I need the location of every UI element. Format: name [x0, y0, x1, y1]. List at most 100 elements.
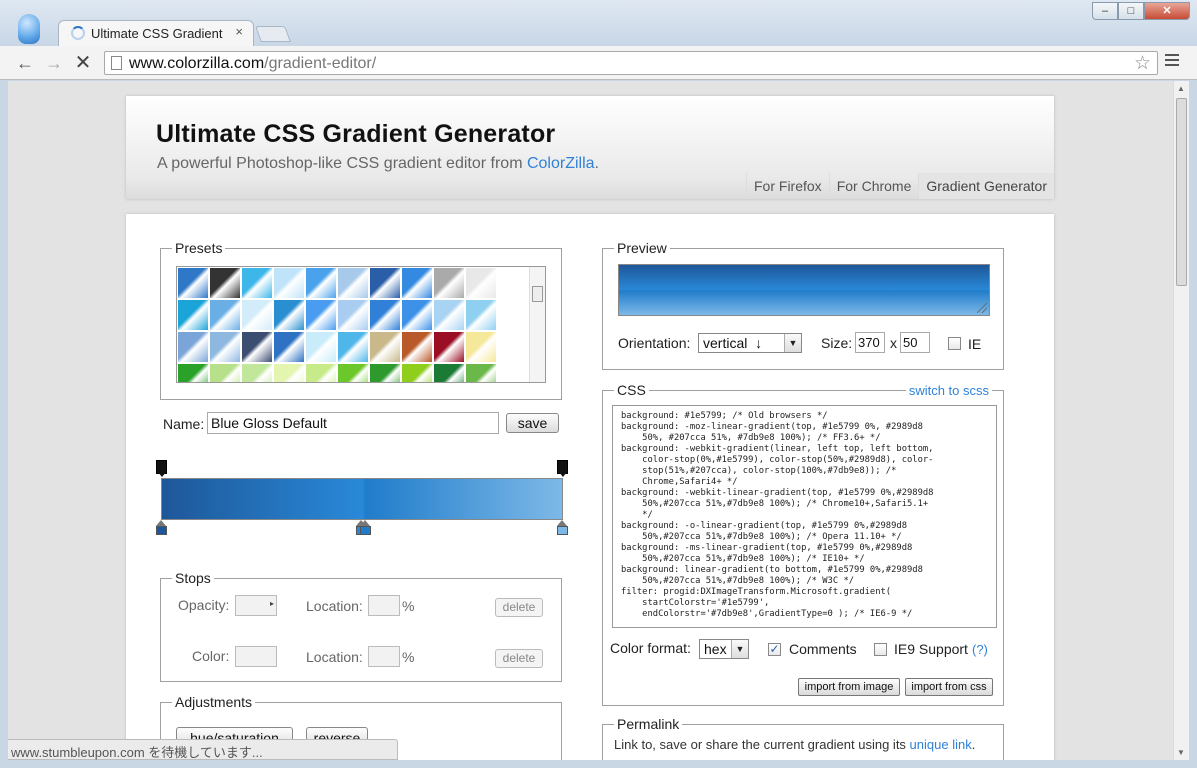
preset-swatch[interactable] — [241, 331, 273, 363]
color-location-input[interactable] — [368, 646, 400, 667]
scroll-thumb[interactable] — [1176, 98, 1187, 286]
preset-swatch[interactable] — [369, 331, 401, 363]
delete-color-stop-button[interactable]: delete — [495, 649, 543, 668]
opacity-input[interactable]: ▸ — [235, 595, 277, 616]
preset-scroll-thumb[interactable] — [532, 286, 543, 302]
ie-checkbox[interactable] — [948, 337, 961, 350]
switch-to-scss-link[interactable]: switch to scss — [905, 383, 992, 398]
preset-swatch[interactable] — [177, 331, 209, 363]
preset-swatch[interactable] — [369, 299, 401, 331]
preset-swatch[interactable] — [497, 363, 529, 382]
minimize-button[interactable]: – — [1092, 2, 1118, 20]
scroll-up-icon[interactable]: ▲ — [1177, 84, 1185, 93]
tab-for-chrome[interactable]: For Chrome — [828, 173, 919, 199]
resize-grip-icon[interactable] — [977, 303, 987, 313]
preset-swatch[interactable] — [465, 363, 497, 382]
preset-swatch[interactable] — [209, 331, 241, 363]
import-from-image-button[interactable]: import from image — [798, 678, 900, 696]
preset-scrollbar[interactable] — [529, 267, 545, 382]
preset-swatch[interactable] — [273, 299, 305, 331]
preset-swatch[interactable] — [305, 299, 337, 331]
tab-gradient-generator[interactable]: Gradient Generator — [918, 173, 1054, 199]
preset-swatch[interactable] — [209, 363, 241, 382]
page-title: Ultimate CSS Gradient Generator — [156, 120, 556, 148]
preset-swatch[interactable] — [401, 299, 433, 331]
tab-for-firefox[interactable]: For Firefox — [746, 173, 829, 199]
preset-swatch[interactable] — [497, 331, 529, 363]
preset-swatch[interactable] — [401, 363, 433, 382]
page-scrollbar[interactable]: ▲ ▼ — [1173, 81, 1189, 760]
preset-swatch[interactable] — [337, 363, 369, 382]
preset-swatch[interactable] — [305, 267, 337, 299]
preset-swatch[interactable] — [369, 267, 401, 299]
preset-swatch[interactable] — [177, 363, 209, 382]
colorzilla-link[interactable]: ColorZilla — [527, 155, 595, 172]
preset-swatch[interactable] — [433, 331, 465, 363]
gradient-bar[interactable] — [161, 478, 563, 520]
preset-swatch[interactable] — [241, 363, 273, 382]
preset-swatch[interactable] — [433, 267, 465, 299]
color-input[interactable] — [235, 646, 277, 667]
bookmark-star-icon[interactable]: ☆ — [1134, 52, 1151, 75]
maximize-button[interactable]: □ — [1118, 2, 1144, 20]
delete-opacity-stop-button[interactable]: delete — [495, 598, 543, 617]
comments-checkbox[interactable]: ✓ — [768, 643, 781, 656]
preset-swatch[interactable] — [433, 363, 465, 382]
color-stop-1[interactable] — [156, 520, 167, 535]
close-window-button[interactable]: ✕ — [1144, 2, 1190, 20]
preset-swatch[interactable] — [337, 299, 369, 331]
preset-swatch[interactable] — [465, 267, 497, 299]
unique-link[interactable]: unique link — [910, 737, 972, 752]
size-label: Size: — [821, 335, 853, 351]
back-button[interactable]: ← — [14, 52, 36, 74]
preset-grid[interactable] — [176, 266, 546, 383]
preset-swatch[interactable] — [497, 267, 529, 299]
forward-button[interactable]: → — [43, 52, 65, 74]
preset-swatch[interactable] — [497, 299, 529, 331]
preset-swatch[interactable] — [305, 363, 337, 382]
preset-swatch[interactable] — [273, 331, 305, 363]
preset-swatch[interactable] — [401, 331, 433, 363]
preset-swatch[interactable] — [337, 267, 369, 299]
preset-swatch[interactable] — [209, 299, 241, 331]
new-tab-button[interactable] — [255, 26, 291, 42]
preset-row — [177, 331, 545, 363]
preset-swatch[interactable] — [465, 299, 497, 331]
import-from-css-button[interactable]: import from css — [905, 678, 993, 696]
scroll-down-icon[interactable]: ▼ — [1177, 748, 1185, 757]
page-viewport: Ultimate CSS Gradient Generator A powerf… — [8, 81, 1173, 760]
preset-swatch[interactable] — [369, 363, 401, 382]
save-button[interactable]: save — [506, 413, 559, 433]
preset-swatch[interactable] — [273, 267, 305, 299]
preview-height-input[interactable] — [900, 332, 930, 353]
browser-tab[interactable]: Ultimate CSS Gradient × — [58, 20, 254, 46]
opacity-location-input[interactable] — [368, 595, 400, 616]
color-stop-3[interactable] — [360, 520, 371, 535]
preset-swatch[interactable] — [465, 331, 497, 363]
gradient-name-input[interactable] — [207, 412, 499, 434]
preset-swatch[interactable] — [177, 299, 209, 331]
color-format-select[interactable]: hex ▼ — [699, 639, 749, 659]
ie9-help-link[interactable]: (?) — [972, 642, 988, 657]
stop-button[interactable]: ✕ — [72, 52, 94, 74]
preview-width-input[interactable] — [855, 332, 885, 353]
opacity-stop-start[interactable] — [156, 460, 167, 477]
preset-swatch[interactable] — [209, 267, 241, 299]
tab-close-icon[interactable]: × — [235, 24, 243, 39]
ie9-support-checkbox[interactable] — [874, 643, 887, 656]
opacity-stop-end[interactable] — [557, 460, 568, 477]
address-bar[interactable]: www.colorzilla.com/gradient-editor/ ☆ — [104, 51, 1158, 75]
preset-swatch[interactable] — [241, 267, 273, 299]
preset-swatch[interactable] — [177, 267, 209, 299]
color-stop-4[interactable] — [557, 520, 568, 535]
preset-swatch[interactable] — [273, 363, 305, 382]
preset-swatch[interactable] — [305, 331, 337, 363]
orientation-select[interactable]: vertical ↓ ▼ — [698, 333, 802, 353]
url-text[interactable]: www.colorzilla.com/gradient-editor/ — [129, 55, 376, 73]
menu-icon[interactable] — [1165, 54, 1179, 69]
css-code-output[interactable]: background: #1e5799; /* Old browsers */ … — [612, 405, 997, 628]
preset-swatch[interactable] — [433, 299, 465, 331]
preset-swatch[interactable] — [241, 299, 273, 331]
preset-swatch[interactable] — [337, 331, 369, 363]
preset-swatch[interactable] — [401, 267, 433, 299]
